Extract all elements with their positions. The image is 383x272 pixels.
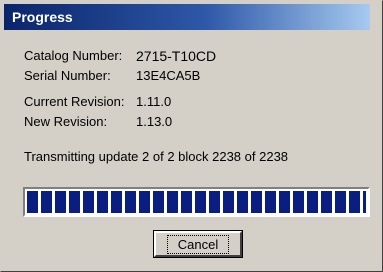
progress-fill	[27, 191, 366, 213]
title-bar[interactable]: Progress	[4, 4, 370, 30]
new-revision-value: 1.13.0	[136, 114, 173, 129]
window-title: Progress	[12, 9, 73, 25]
new-revision-label: New Revision:	[24, 114, 108, 129]
catalog-number-value: 2715-T10CD	[136, 48, 217, 64]
progress-dialog: Progress Catalog Number: 2715-T10CD Seri…	[0, 0, 383, 272]
current-revision-value: 1.11.0	[136, 94, 172, 109]
cancel-button-label: Cancel	[166, 234, 230, 254]
cancel-button[interactable]: Cancel	[153, 230, 243, 258]
serial-number-label: Serial Number:	[24, 68, 111, 83]
progress-bar	[23, 187, 370, 217]
status-text: Transmitting update 2 of 2 block 2238 of…	[24, 149, 289, 164]
current-revision-label: Current Revision:	[24, 94, 125, 109]
catalog-number-label: Catalog Number:	[24, 48, 123, 63]
serial-number-value: 13E4CA5B	[136, 68, 201, 83]
